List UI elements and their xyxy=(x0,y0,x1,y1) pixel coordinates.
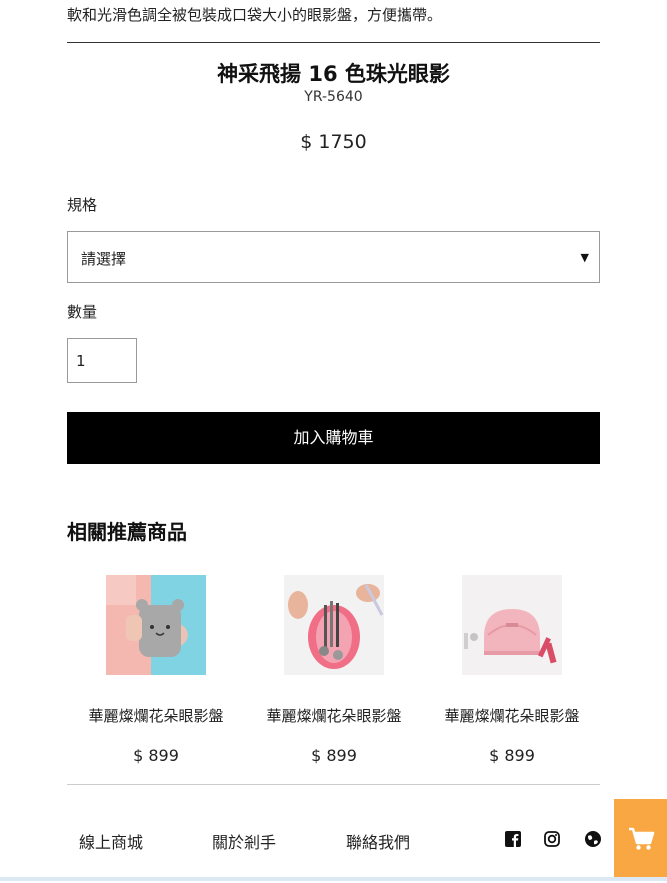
related-product-name[interactable]: 華麗燦爛花朵眼影盤 xyxy=(245,705,423,726)
related-products-heading: 相關推薦商品 xyxy=(67,520,187,544)
dropdown-arrow-icon: ▼ xyxy=(580,251,589,264)
related-product-price: $ 899 xyxy=(489,746,535,765)
floating-cart-button[interactable] xyxy=(614,799,667,879)
related-product-card[interactable]: 華麗燦爛花朵眼影盤 $ 899 xyxy=(423,575,601,765)
gray-bunny-pouch-photo xyxy=(106,575,206,675)
divider xyxy=(67,784,600,785)
related-product-price: $ 899 xyxy=(133,746,179,765)
related-product-name[interactable]: 華麗燦爛花朵眼影盤 xyxy=(67,705,245,726)
spec-label: 規格 xyxy=(67,196,98,214)
product-price: $ 1750 xyxy=(300,131,367,153)
spec-select[interactable]: 請選擇 ▼ xyxy=(67,231,600,283)
globe-icon[interactable] xyxy=(584,830,602,848)
instagram-icon[interactable] xyxy=(543,830,561,848)
pink-pouch-with-brushes-photo xyxy=(284,575,384,675)
quantity-value: 1 xyxy=(76,352,86,370)
cart-icon xyxy=(629,827,655,850)
spec-select-value: 請選擇 xyxy=(81,250,127,268)
product-title: 神采飛揚 16 色珠光眼影 xyxy=(217,62,450,86)
product-image[interactable] xyxy=(284,575,384,675)
related-product-card[interactable]: 華麗燦爛花朵眼影盤 $ 899 xyxy=(245,575,423,765)
related-product-price: $ 899 xyxy=(311,746,357,765)
related-product-card[interactable]: 華麗燦爛花朵眼影盤 $ 899 xyxy=(67,575,245,765)
quantity-label: 數量 xyxy=(67,303,98,321)
bottom-bar xyxy=(0,877,667,881)
quantity-input[interactable]: 1 xyxy=(67,338,137,383)
product-image[interactable] xyxy=(106,575,206,675)
product-description: 軟和光滑色調全被包裝成口袋大小的眼影盤，方便攜帶。 xyxy=(67,6,443,24)
footer-link-about[interactable]: 關於剎手 xyxy=(212,829,276,853)
pink-dome-cosmetic-bag-photo xyxy=(462,575,562,675)
footer-link-shop[interactable]: 線上商城 xyxy=(79,829,143,853)
related-product-name[interactable]: 華麗燦爛花朵眼影盤 xyxy=(423,705,601,726)
facebook-icon[interactable] xyxy=(504,830,522,848)
product-image[interactable] xyxy=(462,575,562,675)
product-sku: YR-5640 xyxy=(304,89,363,105)
add-to-cart-button[interactable]: 加入購物車 xyxy=(67,412,600,464)
footer-link-contact[interactable]: 聯絡我們 xyxy=(346,829,410,853)
divider xyxy=(67,42,600,43)
